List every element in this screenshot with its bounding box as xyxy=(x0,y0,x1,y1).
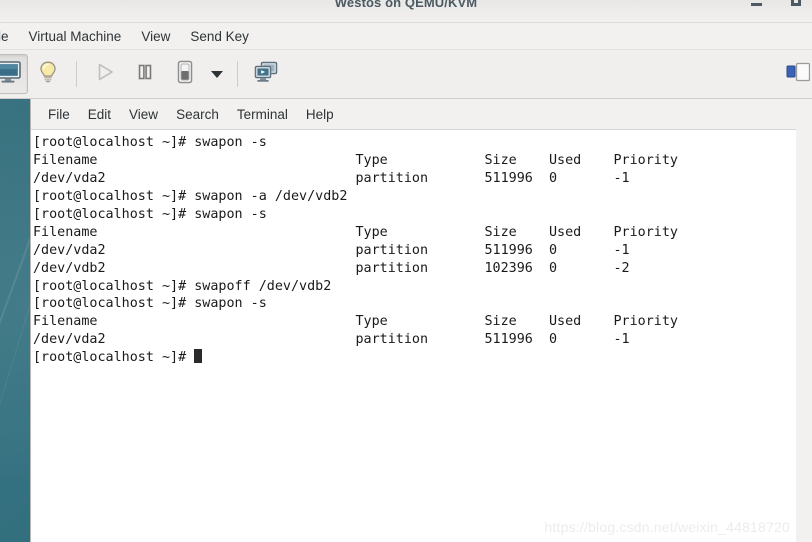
terminal-window: File Edit View Search Terminal Help [roo… xyxy=(30,99,797,542)
shutdown-menu-arrow-button[interactable] xyxy=(205,54,229,94)
show-console-icon xyxy=(0,60,21,89)
terminal-line: [root@localhost ~]# swapon -s xyxy=(33,206,267,222)
fullscreen-icon xyxy=(253,60,279,89)
terminal-body[interactable]: [root@localhost ~]# swapon -s Filename Ty… xyxy=(31,130,796,542)
menu-item-file[interactable]: le xyxy=(0,26,19,47)
show-console-button[interactable] xyxy=(0,54,28,94)
terminal-menu-help[interactable]: Help xyxy=(297,104,343,125)
window-title: Westos on QEMU/KVM xyxy=(334,0,478,10)
terminal-menu-edit[interactable]: Edit xyxy=(79,104,120,125)
chevron-down-icon xyxy=(211,70,223,78)
terminal-line: [root@localhost ~]# swapon -s xyxy=(33,296,267,312)
terminal-cursor xyxy=(194,349,203,364)
virt-manager-window: Westos on QEMU/KVM le Virtual Machine Vi… xyxy=(0,0,812,542)
shutdown-button[interactable] xyxy=(165,54,205,94)
terminal-line: Filename Type Size Used Priority xyxy=(33,314,678,330)
show-details-button[interactable] xyxy=(28,54,68,94)
terminal-line: [root@localhost ~]# swapon -a /dev/vdb2 xyxy=(33,188,348,204)
terminal-line: [root@localhost ~]# swapoff /dev/vdb2 xyxy=(33,278,332,294)
terminal-screen[interactable]: [root@localhost ~]# swapon -s Filename Ty… xyxy=(31,134,796,367)
terminal-prompt-line: [root@localhost ~]# xyxy=(33,349,796,367)
terminal-line: /dev/vda2 partition 511996 0 -1 xyxy=(33,332,630,348)
toolbar-right-group xyxy=(778,54,812,94)
terminal-menu-view[interactable]: View xyxy=(120,104,167,125)
app-menubar: le Virtual Machine View Send Key xyxy=(0,23,812,50)
watermark-text: https://blog.csdn.net/weixin_44818720 xyxy=(544,519,790,535)
terminal-line: /dev/vdb2 partition 102396 0 -2 xyxy=(33,260,630,276)
menu-item-send-key[interactable]: Send Key xyxy=(180,26,259,47)
terminal-line: [root@localhost ~]# swapon -s xyxy=(33,135,267,150)
window-controls xyxy=(748,0,806,10)
snapshots-icon xyxy=(786,61,811,88)
terminal-line: /dev/vda2 partition 511996 0 -1 xyxy=(33,242,630,258)
menu-item-virtual-machine[interactable]: Virtual Machine xyxy=(19,26,132,47)
right-gutter xyxy=(796,99,812,542)
terminal-line: Filename Type Size Used Priority xyxy=(33,224,678,240)
window-titlebar: Westos on QEMU/KVM xyxy=(0,0,812,23)
terminal-line: Filename Type Size Used Priority xyxy=(33,152,678,168)
toolbar-separator-2 xyxy=(237,61,238,87)
terminal-line: /dev/vda2 partition 511996 0 -1 xyxy=(33,170,630,186)
screenshot-root: Westos on QEMU/KVM le Virtual Machine Vi… xyxy=(0,0,812,542)
toolbar-separator-1 xyxy=(76,61,77,87)
pause-button[interactable] xyxy=(125,54,165,94)
maximize-button[interactable] xyxy=(788,0,806,10)
shutdown-icon xyxy=(174,59,196,90)
terminal-prompt: [root@localhost ~]# xyxy=(33,350,195,366)
pause-icon xyxy=(134,61,156,88)
minimize-button[interactable] xyxy=(748,0,766,10)
fullscreen-button[interactable] xyxy=(246,54,286,94)
run-button[interactable] xyxy=(85,54,125,94)
guest-display-area[interactable]: File Edit View Search Terminal Help [roo… xyxy=(0,99,812,542)
snapshots-button[interactable] xyxy=(778,54,812,94)
run-icon xyxy=(93,61,117,88)
terminal-menu-search[interactable]: Search xyxy=(167,104,228,125)
show-details-icon xyxy=(37,60,59,89)
terminal-menu-terminal[interactable]: Terminal xyxy=(228,104,297,125)
terminal-menubar: File Edit View Search Terminal Help xyxy=(31,99,796,130)
app-toolbar xyxy=(0,50,812,99)
menu-item-view[interactable]: View xyxy=(131,26,180,47)
terminal-menu-file[interactable]: File xyxy=(39,104,79,125)
